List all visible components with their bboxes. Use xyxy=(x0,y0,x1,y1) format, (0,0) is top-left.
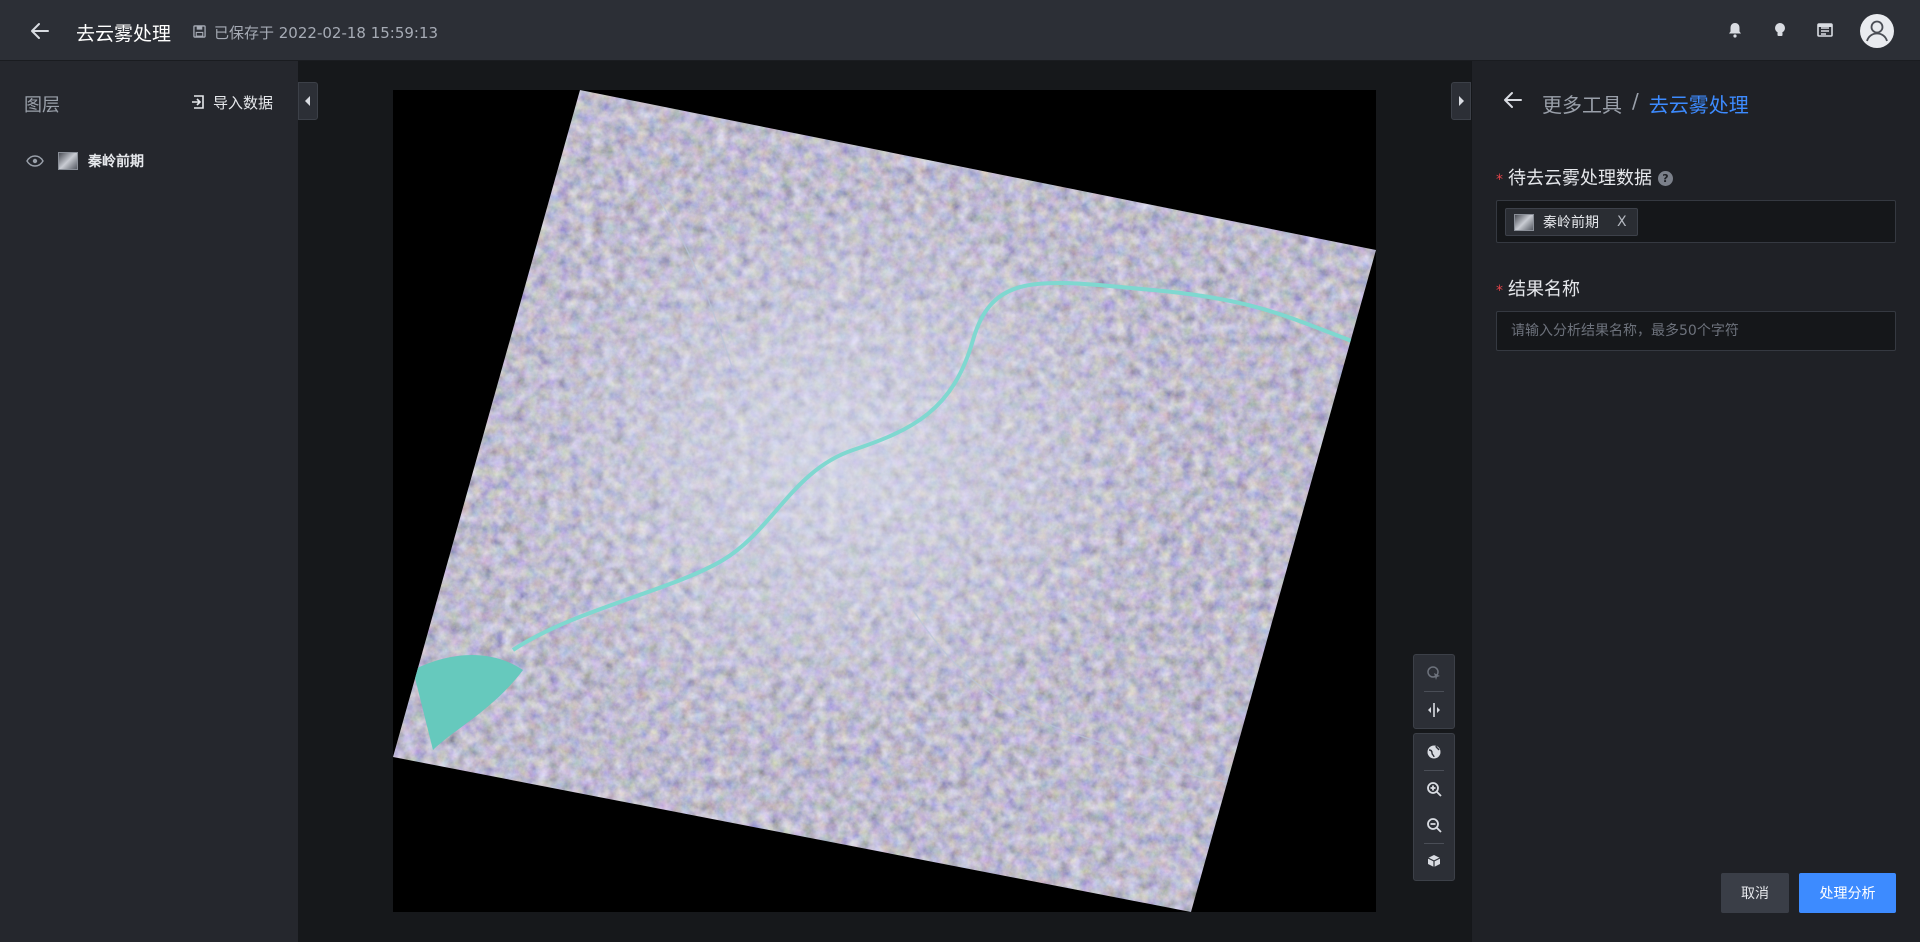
map-tool-group-1 xyxy=(1413,654,1455,729)
layer-thumbnail xyxy=(1514,213,1534,231)
3d-view-icon[interactable] xyxy=(1414,844,1454,880)
required-mark: * xyxy=(1496,283,1503,299)
result-name-field-wrapper xyxy=(1496,311,1896,351)
breadcrumb-current: 去云雾处理 xyxy=(1648,93,1749,117)
layers-panel: 图层 导入数据 秦岭前期 xyxy=(0,61,298,942)
lightbulb-icon[interactable] xyxy=(1771,21,1789,39)
back-arrow-icon[interactable] xyxy=(28,19,52,43)
input-data-label: * 待去云雾处理数据? xyxy=(1496,164,1673,190)
result-name-label-text: 结果名称 xyxy=(1508,279,1580,300)
user-avatar-icon[interactable] xyxy=(1860,14,1894,48)
import-data-button[interactable]: 导入数据 xyxy=(191,92,273,112)
help-icon[interactable]: ? xyxy=(1658,171,1673,186)
input-data-label-text: 待去云雾处理数据 xyxy=(1508,168,1652,189)
selected-data-name: 秦岭前期 xyxy=(1543,215,1599,231)
layer-thumbnail xyxy=(58,152,78,170)
split-compare-icon[interactable] xyxy=(1414,692,1454,728)
book-icon[interactable] xyxy=(1816,21,1834,39)
collapse-left-panel-button[interactable] xyxy=(298,82,318,120)
eye-icon[interactable] xyxy=(26,154,44,168)
required-mark: * xyxy=(1496,172,1503,188)
breadcrumb-more-tools[interactable]: 更多工具 xyxy=(1542,89,1622,118)
saved-status: 已保存于 2022-02-18 15:59:13 xyxy=(214,24,439,42)
save-disk-icon xyxy=(193,25,206,38)
collapse-right-panel-button[interactable] xyxy=(1451,82,1471,120)
top-bar: 去云雾处理 已保存于 2022-02-18 15:59:13 xyxy=(0,0,1920,61)
remove-tag-icon[interactable]: X xyxy=(1617,214,1627,230)
back-arrow-icon[interactable] xyxy=(1502,89,1524,111)
tool-panel: 更多工具 / 去云雾处理 *待去云雾处理数据? 秦岭前期 X *结果名称 取消 … xyxy=(1471,61,1920,942)
import-data-label: 导入数据 xyxy=(213,93,274,112)
input-data-select[interactable]: 秦岭前期 X xyxy=(1496,200,1896,243)
layers-title: 图层 xyxy=(24,95,60,116)
map-viewport[interactable] xyxy=(298,61,1471,942)
globe-icon[interactable] xyxy=(1414,734,1454,770)
selected-data-tag: 秦岭前期 X xyxy=(1505,208,1638,236)
bell-icon[interactable] xyxy=(1726,21,1744,39)
process-analysis-button[interactable]: 处理分析 xyxy=(1799,873,1896,913)
layer-item[interactable]: 秦岭前期 xyxy=(26,149,144,173)
cancel-button[interactable]: 取消 xyxy=(1721,873,1789,913)
page-title: 去云雾处理 xyxy=(76,23,172,45)
layer-name: 秦岭前期 xyxy=(88,154,144,170)
satellite-image xyxy=(393,90,1376,912)
select-pointer-icon[interactable] xyxy=(1414,655,1454,691)
map-toolbar xyxy=(1413,654,1455,885)
import-icon xyxy=(192,95,204,109)
result-name-input[interactable] xyxy=(1497,312,1895,350)
breadcrumb: 更多工具 / 去云雾处理 xyxy=(1542,89,1749,118)
result-name-label: * 结果名称 xyxy=(1496,275,1580,301)
breadcrumb-separator: / xyxy=(1632,89,1639,113)
zoom-out-icon[interactable] xyxy=(1414,807,1454,843)
map-tool-group-2 xyxy=(1413,733,1455,881)
zoom-in-icon[interactable] xyxy=(1414,771,1454,807)
satellite-image-frame xyxy=(393,90,1376,912)
